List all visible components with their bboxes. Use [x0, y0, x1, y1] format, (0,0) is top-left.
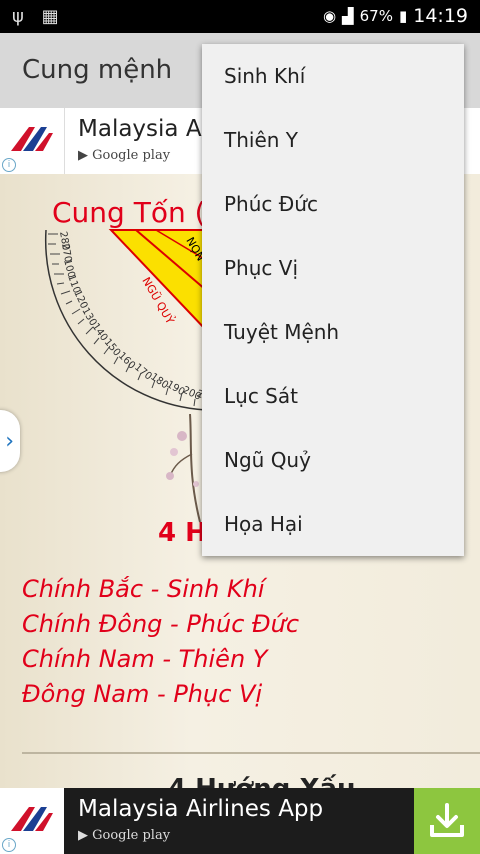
side-drawer-handle[interactable]: › — [0, 410, 20, 472]
store-label: Google play — [92, 828, 171, 843]
menu-item-sinh-khi[interactable]: Sinh Khí — [202, 44, 464, 108]
bad-directions-heading: 4 Hướng Xấu — [168, 774, 356, 788]
menu-item-hoa-hai[interactable]: Họa Hại — [202, 492, 464, 556]
ad-info-icon[interactable]: i — [2, 838, 16, 852]
battery-label: 67% — [359, 7, 393, 25]
menu-item-tuyet-menh[interactable]: Tuyệt Mệnh — [202, 300, 464, 364]
menu-item-ngu-quy[interactable]: Ngũ Quỷ — [202, 428, 464, 492]
signal-icon: ▟ — [342, 7, 354, 25]
menu-item-luc-sat[interactable]: Lục Sát — [202, 364, 464, 428]
direction-item: Chính Nam - Thiên Y — [22, 645, 268, 673]
direction-list: Chính Bắc - Sinh Khí Chính Đông - Phúc Đ… — [22, 572, 299, 712]
wifi-icon: ◉ — [322, 7, 337, 25]
menu-item-phuc-duc[interactable]: Phúc Đức — [202, 172, 464, 236]
no-sim-icon: ▦ — [41, 6, 59, 27]
download-button[interactable] — [414, 788, 480, 854]
download-icon — [430, 803, 464, 837]
direction-item: Chính Bắc - Sinh Khí — [22, 575, 265, 603]
menu-item-thien-y[interactable]: Thiên Y — [202, 108, 464, 172]
compass-diagram: NGŨ QUỶ NỌN 280 270 100 110 120 130 140 … — [44, 229, 216, 411]
ad-title: Malaysia Ai — [78, 116, 208, 142]
play-icon: ▶ — [78, 148, 88, 163]
menu-item-phuc-vi[interactable]: Phục Vị — [202, 236, 464, 300]
battery-charging-icon: ▮ — [398, 7, 408, 25]
section-divider — [22, 752, 480, 754]
direction-item: Đông Nam - Phục Vị — [22, 680, 263, 708]
ad-banner-bottom[interactable]: Malaysia Airlines App ▶ Google play i — [0, 788, 480, 854]
direction-item: Chính Đông - Phúc Đức — [22, 610, 300, 638]
ad-info-icon[interactable]: i — [2, 158, 16, 172]
chevron-right-icon: › — [5, 428, 14, 454]
google-play-badge: ▶ Google play — [78, 828, 170, 843]
overflow-menu: Sinh Khí Thiên Y Phúc Đức Phục Vị Tuyệt … — [202, 44, 464, 556]
good-directions-heading: 4 H — [158, 518, 207, 548]
app-title: Cung mệnh — [22, 55, 173, 85]
usb-icon: ψ — [12, 6, 24, 27]
store-label: Google play — [92, 148, 171, 163]
play-icon: ▶ — [78, 828, 88, 843]
status-bar: ψ ▦ ◉ ▟ 67% ▮ 14:19 — [0, 0, 480, 33]
clock: 14:19 — [413, 5, 468, 27]
ad-title: Malaysia Airlines App — [78, 796, 324, 822]
google-play-badge: ▶ Google play — [78, 148, 170, 163]
